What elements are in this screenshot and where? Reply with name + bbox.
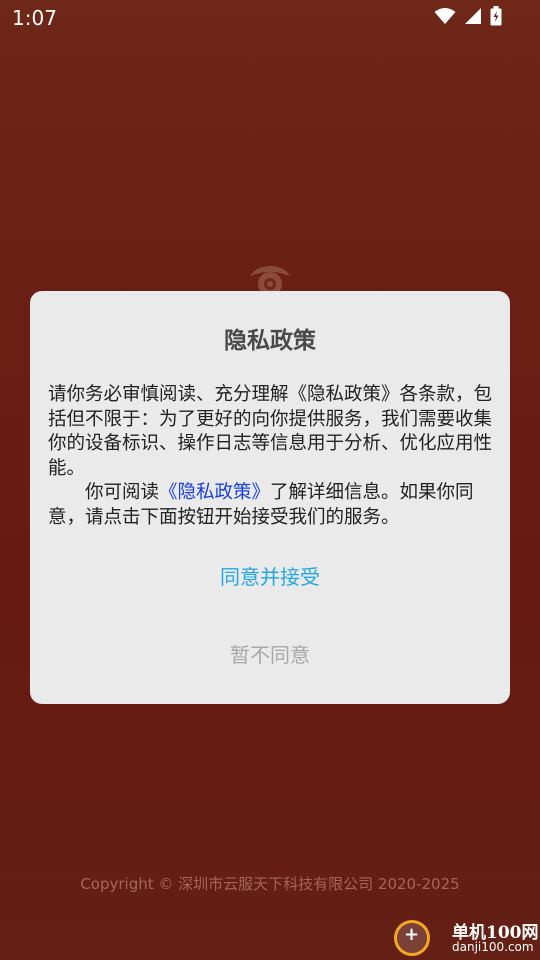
paragraph-2-prefix: 你可阅读 <box>85 482 160 503</box>
privacy-policy-link[interactable]: 《隐私政策》 <box>159 482 270 503</box>
status-icons <box>434 6 502 26</box>
privacy-dialog: 隐私政策 请你务必审慎阅读、充分理解《隐私政策》各条款，包括但不限于：为了更好的… <box>30 291 510 704</box>
status-time: 1:07 <box>12 6 57 30</box>
privacy-paragraph-2: 你可阅读《隐私政策》了解详细信息。如果你同意，请点击下面按钮开始接受我们的服务。 <box>48 481 492 530</box>
plus-icon: + <box>404 924 420 945</box>
copyright-text: Copyright © 深圳市云服天下科技有限公司 2020-2025 <box>80 875 460 893</box>
battery-charging-icon <box>490 6 502 26</box>
dialog-title: 隐私政策 <box>224 328 316 354</box>
dialog-body: 请你务必审慎阅读、充分理解《隐私政策》各条款，包括但不限于：为了更好的向你提供服… <box>48 383 492 530</box>
cellular-signal-icon <box>464 7 482 25</box>
privacy-paragraph-1: 请你务必审慎阅读、充分理解《隐私政策》各条款，包括但不限于：为了更好的向你提供服… <box>48 384 493 479</box>
agree-button[interactable]: 同意并接受 <box>30 561 510 591</box>
wifi-icon <box>434 7 456 25</box>
watermark-url: danji100.com <box>452 940 534 954</box>
watermark: + 单机100网 danji100.com <box>390 914 540 960</box>
status-bar: 1:07 <box>0 0 540 36</box>
decline-button[interactable]: 暂不同意 <box>30 639 510 669</box>
